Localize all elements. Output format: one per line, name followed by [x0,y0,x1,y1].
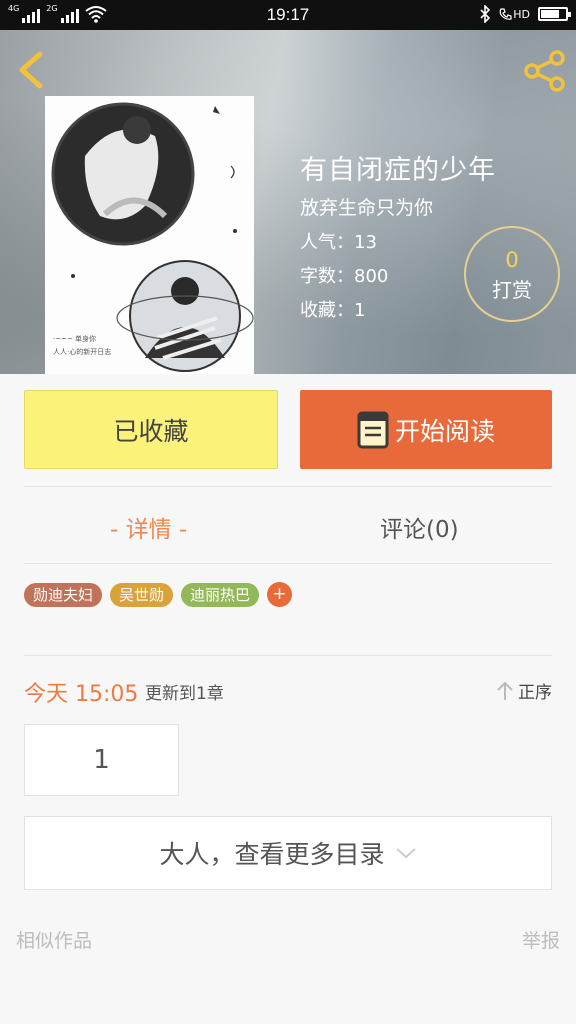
add-tag-button[interactable]: + [267,582,293,607]
tag-list: 勋迪夫妇 吴世勋 迪丽热巴 + [24,582,293,607]
tab-detail[interactable]: - 详情 - [110,510,187,544]
svg-text:人人·心的新开日志: 人人·心的新开日志 [53,347,111,356]
update-text: 更新到1章 [145,684,224,704]
volte-label: HD [513,7,530,21]
book-subtitle: 放弃生命只为你 [300,197,434,219]
popularity-stat: 人气：13 [300,232,377,253]
battery-icon [538,7,571,21]
start-reading-label: 开始阅读 [394,416,495,446]
battery-level [541,10,559,18]
divider [24,655,552,656]
collected-label: 已收藏 [113,416,189,446]
tag[interactable]: 勋迪夫妇 [24,582,103,607]
more-chapters-label: 大人，查看更多目录 [159,840,385,869]
word-count-stat: 字数：800 [300,266,389,287]
status-right: HD [479,5,571,23]
tag[interactable]: 吴世勋 [110,582,174,607]
tab-comments[interactable]: 评论(0) [380,510,459,544]
divider [24,486,552,487]
share-icon[interactable] [522,48,568,94]
start-reading-button[interactable]: 开始阅读 [300,390,552,469]
status-bar: 4G 2G 19:17 HD [0,0,576,30]
tip-count: 0 [505,248,519,272]
svg-text:·~~~ 单身你: ·~~~ 单身你 [53,334,96,343]
bluetooth-icon [480,5,491,23]
book-header: ·~~~ 单身你 人人·心的新开日志 有自闭症的少年 放弃生命只为你 人气：13… [0,30,576,374]
book-icon [357,411,389,448]
sort-order-label: 正序 [518,683,552,703]
report-link[interactable]: 举报 [522,926,560,953]
divider [24,563,552,564]
chapter-item[interactable]: 1 [24,724,179,796]
similar-works-heading: 相似作品 [16,930,93,952]
favorites-stat: 收藏：1 [300,300,366,321]
chevron-left-icon[interactable] [14,50,50,90]
update-time: 今天 15:05 [24,682,139,707]
tip-button[interactable]: 0 打赏 [464,226,560,322]
book-cover: ·~~~ 单身你 人人·心的新开日志 [45,96,254,374]
sort-order-button[interactable]: 正序 [496,678,552,703]
arrow-up-icon [497,681,513,700]
volte-icon: HD [499,8,530,21]
more-chapters-button[interactable]: 大人，查看更多目录 [24,816,552,890]
tag[interactable]: 迪丽热巴 [181,582,260,607]
book-title: 有自闭症的少年 [300,155,496,186]
collected-button[interactable]: 已收藏 [24,390,278,469]
tip-label: 打赏 [492,278,532,302]
chevron-down-icon [395,848,416,859]
